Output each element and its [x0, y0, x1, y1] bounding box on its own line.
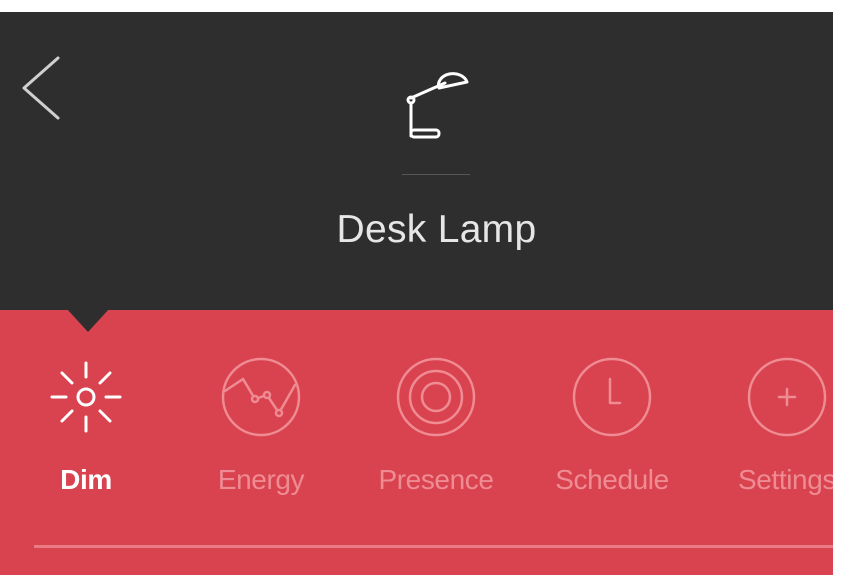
tabbar-bottom-divider [34, 545, 833, 548]
plus-icon [747, 357, 827, 437]
sun-dim-icon [50, 361, 122, 433]
tab-schedule-label: Schedule [555, 464, 669, 495]
tab-dim-label: Dim [60, 464, 112, 495]
active-tab-pointer [66, 308, 110, 332]
energy-graph-icon [221, 357, 301, 437]
tab-presence[interactable]: Presence [371, 355, 501, 515]
desk-lamp-icon [406, 72, 469, 139]
device-screen: Desk Lamp Dim Energy Presence Schedule S… [0, 12, 833, 575]
back-button[interactable] [18, 54, 68, 122]
tab-settings-label: Settings [738, 464, 833, 495]
device-header: Desk Lamp [0, 12, 833, 310]
header-divider [402, 174, 470, 175]
chevron-left-icon [22, 56, 60, 120]
tab-energy[interactable]: Energy [196, 355, 326, 515]
tab-presence-label: Presence [378, 464, 494, 495]
presence-target-icon [396, 357, 476, 437]
clock-icon [572, 357, 652, 437]
tab-schedule[interactable]: Schedule [547, 355, 677, 515]
tab-energy-label: Energy [217, 464, 305, 495]
device-name: Desk Lamp [336, 208, 537, 251]
tab-settings[interactable]: Settings [722, 355, 833, 515]
tab-dim[interactable]: Dim [21, 355, 151, 515]
